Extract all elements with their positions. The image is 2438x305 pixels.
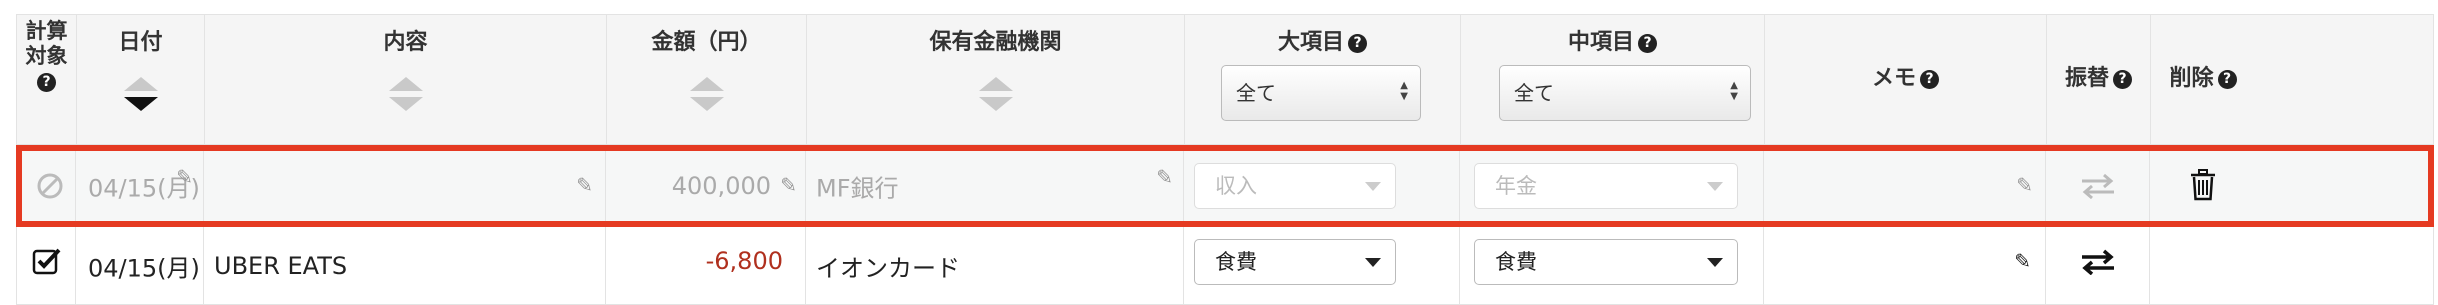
table-row: 04/15(月) UBER EATS -6,800 イオンカード 食費 食費 ✎ <box>16 227 2434 305</box>
question-circle-icon[interactable]: ? <box>2217 70 2237 89</box>
sort-down-icon[interactable] <box>978 97 1013 111</box>
select-arrows-icon: ▲ ▼ <box>1730 80 1738 102</box>
table-row: 04/15(月) ✎ ✎ 400,000 ✎ MF銀行 ✎ 収入 年金 ✎ <box>16 145 2434 227</box>
pencil-icon[interactable]: ✎ <box>176 165 193 189</box>
caret-down-icon <box>1707 258 1723 267</box>
content-cell[interactable]: UBER EATS <box>204 227 606 304</box>
amount-value: 400,000 <box>671 172 771 200</box>
major-category-header-label: 大項目? <box>1185 29 1460 57</box>
content-cell[interactable]: ✎ <box>204 151 606 221</box>
content-value: UBER EATS <box>214 251 348 280</box>
pencil-icon[interactable]: ✎ <box>1156 165 1173 189</box>
ban-icon[interactable] <box>36 172 64 200</box>
col-calc-target: 計算対象 ? <box>17 15 77 144</box>
question-circle-icon[interactable]: ? <box>37 73 56 92</box>
question-circle-icon[interactable]: ? <box>1348 34 1367 53</box>
col-major-category: 大項目? 全て ▲ ▼ <box>1185 15 1461 144</box>
calc-target-label: 計算対象 ? <box>25 19 68 92</box>
sort-down-icon[interactable] <box>689 97 724 111</box>
minor-category-filter-select[interactable]: 全て ▲ ▼ <box>1499 65 1751 121</box>
caret-down-icon <box>1365 258 1381 267</box>
delete-cell <box>2150 227 2433 304</box>
calc-target-cell <box>17 227 76 304</box>
sort-down-icon[interactable] <box>123 97 158 111</box>
institution-cell[interactable]: MF銀行 ✎ <box>806 151 1184 221</box>
select-arrows-icon: ▲ ▼ <box>1400 80 1408 102</box>
memo-cell[interactable]: ✎ <box>1764 151 2046 221</box>
sort-up-icon[interactable] <box>689 77 724 91</box>
sort-up-icon[interactable] <box>123 77 158 91</box>
pencil-icon[interactable]: ✎ <box>576 173 593 197</box>
minor-category-cell: 年金 <box>1460 151 1764 221</box>
pencil-icon[interactable]: ✎ <box>2014 249 2031 273</box>
major-category-cell: 収入 <box>1184 151 1460 221</box>
date-sort-control[interactable] <box>123 77 158 111</box>
trash-icon[interactable] <box>2190 169 2216 201</box>
institution-value: イオンカード <box>816 254 960 282</box>
minor-category-header-label: 中項目? <box>1461 29 1764 57</box>
memo-cell[interactable]: ✎ <box>1764 227 2046 304</box>
sort-down-icon[interactable] <box>388 97 423 111</box>
pencil-icon[interactable]: ✎ <box>2016 173 2033 197</box>
delete-cell <box>2150 151 2428 221</box>
minor-category-select[interactable]: 年金 <box>1474 163 1738 209</box>
delete-header-label: 削除? <box>2151 65 2255 93</box>
amount-cell[interactable]: -6,800 <box>606 227 806 304</box>
major-category-select[interactable]: 食費 <box>1194 239 1396 285</box>
memo-header-label: メモ? <box>1765 65 2046 93</box>
minor-category-cell: 食費 <box>1460 227 1764 304</box>
sort-up-icon[interactable] <box>388 77 423 91</box>
col-minor-category: 中項目? 全て ▲ ▼ <box>1461 15 1765 144</box>
table-header: 計算対象 ? 日付 内容 金額（円） 保有金融機関 大項目 ? 全て ▲ ▼ 中… <box>16 14 2434 145</box>
major-category-cell: 食費 <box>1184 227 1460 304</box>
institution-value: MF銀行 <box>816 174 899 203</box>
minor-category-select[interactable]: 食費 <box>1474 239 1738 285</box>
date-value: 04/15(月) <box>88 254 200 282</box>
amount-cell[interactable]: 400,000 ✎ <box>606 151 806 221</box>
date-cell[interactable]: 04/15(月) ✎ <box>76 151 204 221</box>
col-institution[interactable]: 保有金融機関 <box>807 15 1185 144</box>
question-circle-icon[interactable]: ? <box>2113 70 2132 89</box>
institution-header-label: 保有金融機関 <box>929 30 1062 55</box>
col-delete: 削除? <box>2151 15 2255 144</box>
amount-sort-control[interactable] <box>689 77 724 111</box>
transfer-cell <box>2046 227 2150 304</box>
pencil-icon[interactable]: ✎ <box>780 173 797 197</box>
institution-sort-control[interactable] <box>978 77 1013 111</box>
col-amount[interactable]: 金額（円） <box>607 15 807 144</box>
sort-up-icon[interactable] <box>978 77 1013 91</box>
col-content[interactable]: 内容 <box>205 15 607 144</box>
question-circle-icon[interactable]: ? <box>1920 70 1939 89</box>
transfer-arrows-icon[interactable] <box>2080 249 2116 275</box>
major-category-select[interactable]: 収入 <box>1194 163 1396 209</box>
checkbox-checked-icon[interactable] <box>32 247 62 275</box>
institution-cell[interactable]: イオンカード <box>806 227 1184 304</box>
amount-value: -6,800 <box>705 247 783 275</box>
col-date[interactable]: 日付 <box>77 15 205 144</box>
amount-header-label: 金額（円） <box>651 30 762 55</box>
transactions-table: 計算対象 ? 日付 内容 金額（円） 保有金融機関 大項目 ? 全て ▲ ▼ 中… <box>16 14 2434 305</box>
transfer-arrows-icon[interactable] <box>2080 173 2116 199</box>
date-header-label: 日付 <box>118 30 163 55</box>
transfer-cell <box>2046 151 2150 221</box>
major-category-filter-select[interactable]: 全て ▲ ▼ <box>1221 65 1421 121</box>
caret-down-icon <box>1365 182 1381 191</box>
col-memo: メモ? <box>1765 15 2047 144</box>
question-circle-icon[interactable]: ? <box>1638 34 1657 53</box>
calc-target-cell <box>22 151 76 221</box>
transfer-header-label: 振替? <box>2047 65 2150 93</box>
content-header-label: 内容 <box>383 30 428 55</box>
col-transfer: 振替? <box>2047 15 2151 144</box>
date-cell[interactable]: 04/15(月) <box>76 227 204 304</box>
content-sort-control[interactable] <box>388 77 423 111</box>
caret-down-icon <box>1707 182 1723 191</box>
